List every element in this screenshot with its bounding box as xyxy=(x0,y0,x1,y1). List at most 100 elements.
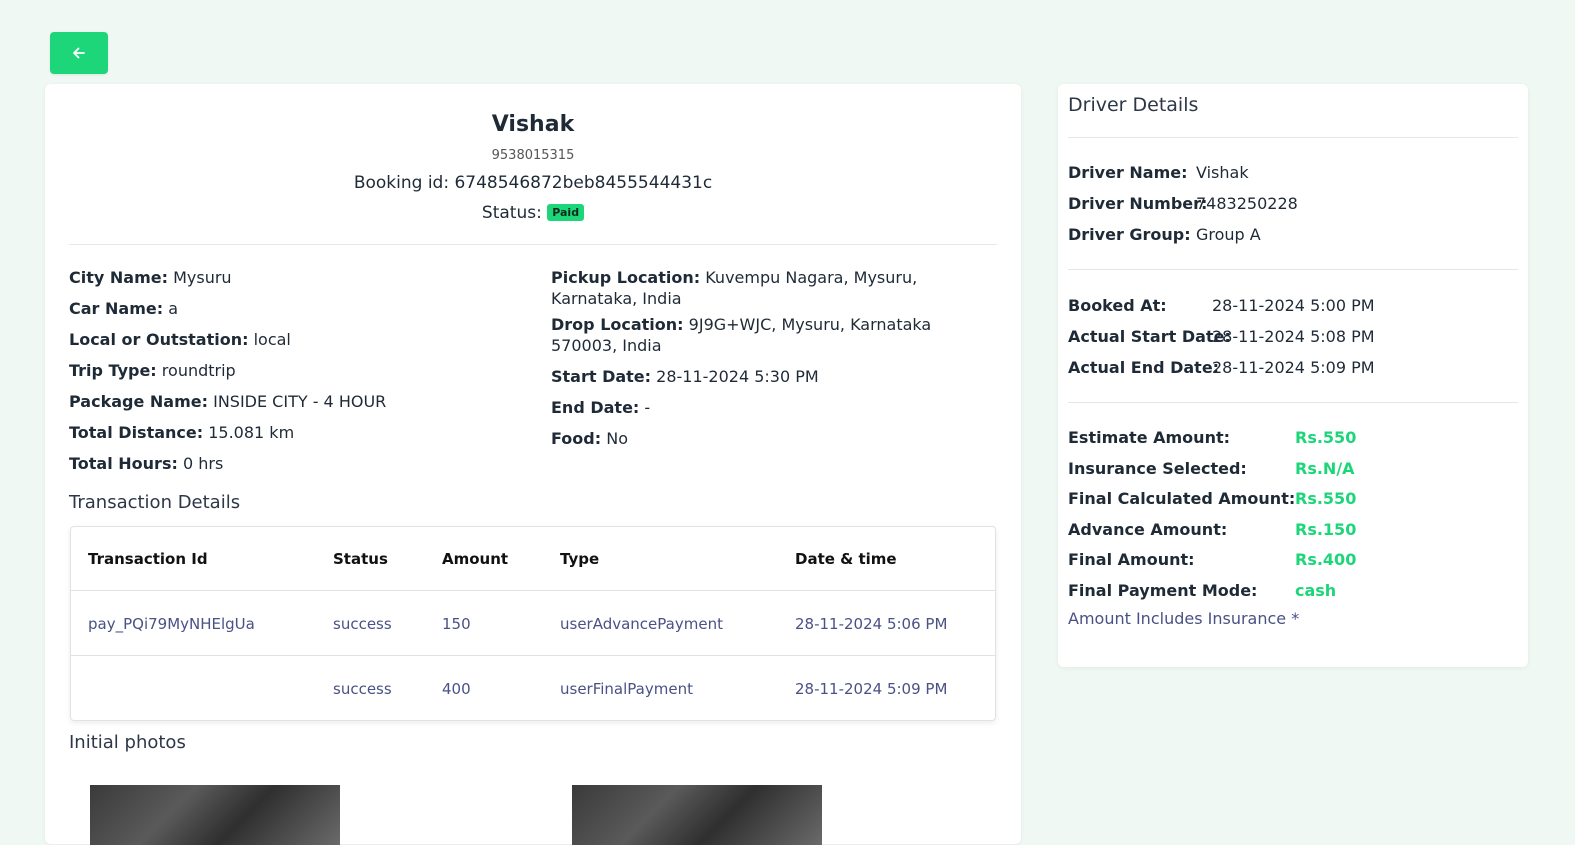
end-row: End Date: - xyxy=(551,392,1001,423)
local-value: local xyxy=(253,330,291,349)
distance-row: Total Distance: 15.081 km xyxy=(69,417,529,448)
hours-row: Total Hours: 0 hrs xyxy=(69,448,529,479)
driver-details-card: Driver Details Driver Name: Vishak Driver… xyxy=(1058,84,1528,667)
trip-type-row: Trip Type: roundtrip xyxy=(69,355,529,386)
status-badge: Paid xyxy=(547,204,585,221)
actual-start-label: Actual Start Date: xyxy=(1068,327,1231,346)
advance-amount-label: Advance Amount: xyxy=(1068,520,1228,539)
transaction-details-title: Transaction Details xyxy=(69,492,241,513)
estimate-amount-label: Estimate Amount: xyxy=(1068,428,1230,447)
cell-transaction-id: pay_PQi79MyNHElgUa xyxy=(88,615,255,633)
table-row[interactable]: success 400 userFinalPayment 28-11-2024 … xyxy=(71,657,995,721)
actual-end-value: 28-11-2024 5:09 PM xyxy=(1212,358,1375,377)
booking-details-card: Vishak 9538015315 Booking id: 6748546872… xyxy=(45,84,1021,845)
actual-end-label: Actual End Date: xyxy=(1068,358,1220,377)
booking-id-label: Booking id: xyxy=(353,173,450,193)
header-status: Status xyxy=(333,550,388,568)
local-label: Local or Outstation: xyxy=(69,330,249,349)
estimate-amount-value: Rs.550 xyxy=(1295,428,1357,447)
pickup-label: Pickup Location: xyxy=(551,268,701,287)
drop-label: Drop Location: xyxy=(551,315,684,334)
divider xyxy=(1068,137,1518,138)
driver-number-label: Driver Number: xyxy=(1068,194,1208,213)
package-label: Package Name: xyxy=(69,392,208,411)
cell-date-time: 28-11-2024 5:06 PM xyxy=(795,615,948,633)
status-line: Status: Paid xyxy=(45,203,1021,223)
arrow-left-icon xyxy=(73,47,85,59)
header-date-time: Date & time xyxy=(795,550,897,568)
table-row[interactable]: pay_PQi79MyNHElgUa success 150 userAdvan… xyxy=(71,592,995,656)
driver-group-value: Group A xyxy=(1196,225,1261,244)
city-value: Mysuru xyxy=(173,268,232,287)
driver-number-value: 7483250228 xyxy=(1196,194,1298,213)
initial-photo[interactable] xyxy=(572,785,822,845)
final-calculated-label: Final Calculated Amount: xyxy=(1068,489,1296,508)
hours-value: 0 hrs xyxy=(182,454,224,473)
car-value: a xyxy=(168,299,179,318)
driver-group-label: Driver Group: xyxy=(1068,225,1191,244)
final-amount-value: Rs.400 xyxy=(1295,550,1357,569)
cell-type: userFinalPayment xyxy=(560,680,693,698)
booked-at-label: Booked At: xyxy=(1068,296,1167,315)
booked-at-value: 28-11-2024 5:00 PM xyxy=(1212,296,1375,315)
end-label: End Date: xyxy=(551,398,640,417)
initial-photos-title: Initial photos xyxy=(69,732,186,753)
trip-info-left: City Name: Mysuru Car Name: a Local or O… xyxy=(69,262,529,479)
driver-name-value: Vishak xyxy=(1196,163,1249,182)
divider xyxy=(1068,402,1518,403)
divider xyxy=(1068,269,1518,270)
cell-type: userAdvancePayment xyxy=(560,615,723,633)
city-row: City Name: Mysuru xyxy=(69,262,529,293)
final-calculated-value: Rs.550 xyxy=(1295,489,1357,508)
cell-status: success xyxy=(333,615,392,633)
payment-mode-label: Final Payment Mode: xyxy=(1068,581,1258,600)
car-label: Car Name: xyxy=(69,299,164,318)
customer-name: Vishak xyxy=(491,112,575,137)
start-label: Start Date: xyxy=(551,367,652,386)
distance-label: Total Distance: xyxy=(69,423,204,442)
customer-phone: 9538015315 xyxy=(491,148,575,163)
package-value: INSIDE CITY - 4 HOUR xyxy=(213,392,387,411)
header-type: Type xyxy=(560,550,600,568)
distance-value: 15.081 km xyxy=(208,423,295,442)
trip-type-label: Trip Type: xyxy=(69,361,157,380)
food-row: Food: No xyxy=(551,423,1001,454)
divider xyxy=(69,244,997,245)
insurance-note: Amount Includes Insurance * xyxy=(1068,609,1300,628)
cell-date-time: 28-11-2024 5:09 PM xyxy=(795,680,948,698)
advance-amount-value: Rs.150 xyxy=(1295,520,1357,539)
trip-info-right: Pickup Location: Kuvempu Nagara, Mysuru,… xyxy=(551,262,1001,454)
header-transaction-id: Transaction Id xyxy=(88,550,208,568)
local-row: Local or Outstation: local xyxy=(69,324,529,355)
trip-type-value: roundtrip xyxy=(161,361,236,380)
transaction-table: Transaction Id Status Amount Type Date &… xyxy=(70,526,996,721)
start-value: 28-11-2024 5:30 PM xyxy=(656,367,819,386)
payment-mode-value: cash xyxy=(1295,581,1337,600)
car-row: Car Name: a xyxy=(69,293,529,324)
back-button[interactable] xyxy=(50,32,108,74)
insurance-value: Rs.N/A xyxy=(1295,459,1355,478)
drop-row: Drop Location: 9J9G+WJC, Mysuru, Karnata… xyxy=(551,314,1001,356)
booking-id-value: 6748546872beb8455544431c xyxy=(454,173,713,193)
driver-name-label: Driver Name: xyxy=(1068,163,1188,182)
package-row: Package Name: INSIDE CITY - 4 HOUR xyxy=(69,386,529,417)
status-label: Status: xyxy=(481,203,542,223)
food-value: No xyxy=(606,429,628,448)
cell-amount: 150 xyxy=(442,615,471,633)
initial-photo[interactable] xyxy=(90,785,340,845)
header-amount: Amount xyxy=(442,550,509,568)
cell-status: success xyxy=(333,680,392,698)
driver-details-title: Driver Details xyxy=(1068,94,1199,116)
hours-label: Total Hours: xyxy=(69,454,178,473)
final-amount-label: Final Amount: xyxy=(1068,550,1195,569)
food-label: Food: xyxy=(551,429,602,448)
booking-id-line: Booking id: 6748546872beb8455544431c xyxy=(45,173,1021,193)
actual-start-value: 28-11-2024 5:08 PM xyxy=(1212,327,1375,346)
table-header-row: Transaction Id Status Amount Type Date &… xyxy=(71,527,995,591)
start-row: Start Date: 28-11-2024 5:30 PM xyxy=(551,361,1001,392)
end-value: - xyxy=(644,398,651,417)
pickup-row: Pickup Location: Kuvempu Nagara, Mysuru,… xyxy=(551,267,1001,309)
city-label: City Name: xyxy=(69,268,168,287)
cell-amount: 400 xyxy=(442,680,471,698)
insurance-label: Insurance Selected: xyxy=(1068,459,1247,478)
